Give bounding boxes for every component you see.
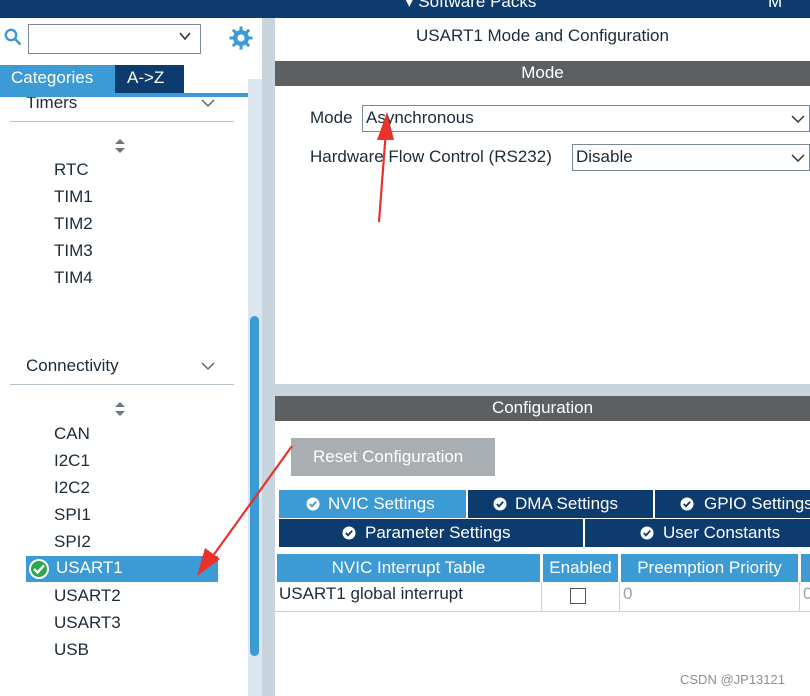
list-item-rtc[interactable]: RTC bbox=[54, 160, 89, 180]
sort-icon[interactable] bbox=[113, 138, 127, 154]
tab-label: GPIO Settings bbox=[704, 494, 810, 513]
pinout-menu-label[interactable]: M bbox=[768, 0, 782, 12]
reset-configuration-button[interactable]: Reset Configuration bbox=[291, 438, 495, 476]
flow-control-label: Hardware Flow Control (RS232) bbox=[310, 147, 552, 166]
configuration-section-header: Configuration bbox=[275, 396, 810, 421]
list-item-i2c2[interactable]: I2C2 bbox=[54, 478, 90, 498]
scrollbar-thumb[interactable] bbox=[250, 316, 259, 656]
check-circle-icon bbox=[680, 497, 694, 511]
sort-icon[interactable] bbox=[113, 401, 127, 417]
mode-select[interactable]: Asynchronous bbox=[362, 105, 810, 132]
section-title-timers[interactable]: Timers bbox=[26, 97, 77, 113]
software-packs-menu[interactable]: ▾ Software Packs bbox=[405, 0, 536, 12]
check-circle-icon bbox=[493, 497, 507, 511]
search-icon[interactable] bbox=[4, 28, 22, 46]
chevron-down-icon[interactable] bbox=[791, 152, 805, 164]
row-divider bbox=[275, 611, 810, 612]
list-item-i2c1[interactable]: I2C1 bbox=[54, 451, 90, 471]
tab-dma-settings[interactable]: DMA Settings bbox=[468, 490, 653, 518]
list-item-spi2[interactable]: SPI2 bbox=[54, 532, 91, 552]
tab-parameter-settings[interactable]: Parameter Settings bbox=[279, 519, 583, 547]
tab-alphabetical[interactable]: A->Z bbox=[115, 65, 184, 93]
column-divider bbox=[619, 582, 620, 611]
gear-icon[interactable] bbox=[229, 26, 253, 50]
check-circle-icon bbox=[640, 526, 654, 540]
software-packs-label: Software Packs bbox=[418, 0, 537, 11]
column-header-interrupt-table[interactable]: NVIC Interrupt Table bbox=[277, 554, 540, 582]
tab-gpio-settings[interactable]: GPIO Settings bbox=[655, 490, 810, 518]
enabled-checkbox[interactable] bbox=[570, 588, 586, 604]
tab-label: DMA Settings bbox=[515, 494, 618, 513]
list-item-usart2[interactable]: USART2 bbox=[54, 586, 121, 606]
chevron-down-icon[interactable] bbox=[178, 29, 192, 43]
column-divider bbox=[541, 582, 542, 611]
interrupt-name-cell: USART1 global interrupt bbox=[279, 584, 463, 603]
category-tabs: Categories A->Z bbox=[0, 65, 262, 93]
list-item-tim1[interactable]: TIM1 bbox=[54, 187, 93, 207]
flow-control-value: Disable bbox=[576, 147, 633, 166]
column-header-sub-priority[interactable] bbox=[801, 554, 810, 582]
mode-section-header: Mode bbox=[275, 61, 810, 86]
chevron-down-icon[interactable] bbox=[791, 113, 805, 125]
tab-nvic-settings[interactable]: NVIC Settings bbox=[279, 490, 466, 518]
section-separator bbox=[275, 384, 810, 396]
check-circle-icon bbox=[306, 497, 320, 511]
check-circle-icon bbox=[342, 526, 356, 540]
tab-label: User Constants bbox=[663, 523, 781, 542]
list-item-usart1-selected[interactable]: USART1 bbox=[26, 556, 218, 582]
check-circle-icon bbox=[29, 559, 49, 579]
list-item-label: USART1 bbox=[56, 558, 123, 577]
page-title: USART1 Mode and Configuration bbox=[416, 26, 669, 45]
panel-splitter[interactable] bbox=[262, 18, 275, 696]
chevron-down-icon: ▾ bbox=[405, 0, 414, 11]
configuration-panel: USART1 Mode and Configuration Mode Mode … bbox=[275, 18, 810, 696]
sub-priority-cell[interactable]: 0 bbox=[803, 584, 810, 611]
flow-control-select[interactable]: Disable bbox=[572, 144, 810, 171]
categories-panel: Categories A->Z Timers RTC TIM1 TIM2 TIM… bbox=[0, 18, 262, 696]
list-item-usart3[interactable]: USART3 bbox=[54, 613, 121, 633]
search-input[interactable] bbox=[28, 24, 201, 54]
peripheral-list: Timers RTC TIM1 TIM2 TIM3 TIM4 Connectiv… bbox=[0, 97, 248, 696]
top-banner: ▾ Software Packs M bbox=[0, 0, 810, 18]
tab-label: Parameter Settings bbox=[365, 523, 511, 542]
chevron-down-icon[interactable] bbox=[200, 97, 216, 109]
preemption-priority-cell[interactable]: 0 bbox=[623, 584, 632, 611]
list-item-usb[interactable]: USB bbox=[54, 640, 89, 660]
column-header-enabled[interactable]: Enabled bbox=[543, 554, 618, 582]
list-item-can[interactable]: CAN bbox=[54, 424, 90, 444]
watermark: CSDN @JP13121 bbox=[680, 672, 785, 687]
list-item-tim2[interactable]: TIM2 bbox=[54, 214, 93, 234]
tab-user-constants[interactable]: User Constants bbox=[585, 519, 810, 547]
column-header-preemption-priority[interactable]: Preemption Priority bbox=[621, 554, 798, 582]
section-divider bbox=[10, 121, 234, 122]
tab-label: NVIC Settings bbox=[328, 494, 435, 513]
section-divider bbox=[10, 384, 234, 385]
tab-categories[interactable]: Categories bbox=[0, 65, 115, 93]
section-title-connectivity[interactable]: Connectivity bbox=[26, 356, 119, 376]
list-item-spi1[interactable]: SPI1 bbox=[54, 505, 91, 525]
mode-label: Mode bbox=[310, 108, 353, 127]
chevron-down-icon[interactable] bbox=[200, 360, 216, 372]
column-divider bbox=[799, 582, 800, 611]
list-item-tim4[interactable]: TIM4 bbox=[54, 268, 93, 288]
list-item-tim3[interactable]: TIM3 bbox=[54, 241, 93, 261]
mode-select-value: Asynchronous bbox=[366, 108, 474, 127]
